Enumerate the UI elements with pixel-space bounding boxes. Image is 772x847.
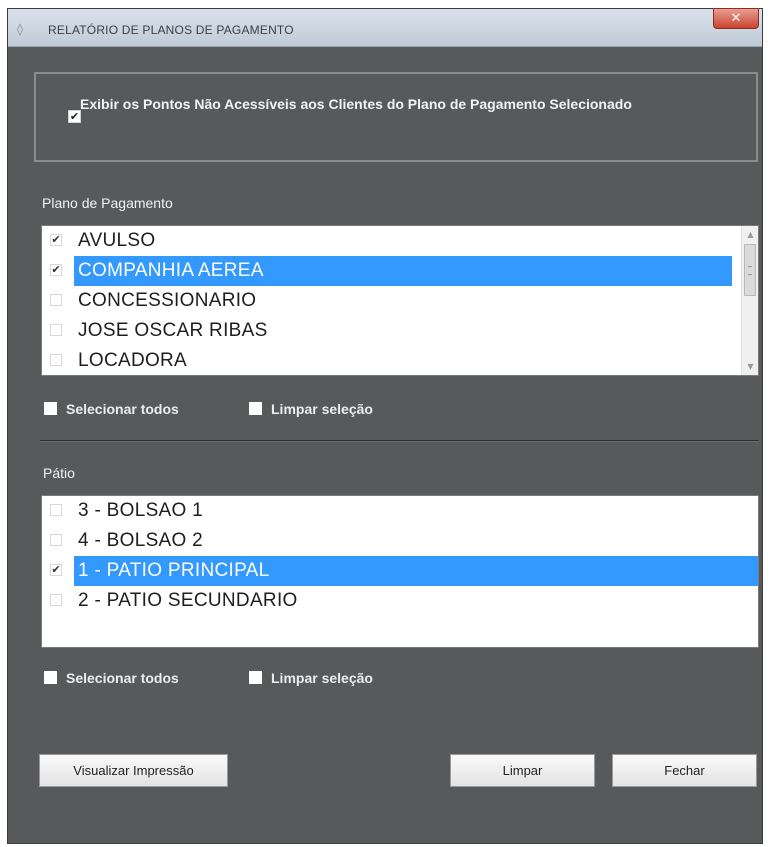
patio-clear-selection-label[interactable]: Limpar seleção	[271, 670, 373, 686]
close-window-button[interactable]: ✕	[713, 8, 759, 29]
app-icon: ◊	[17, 22, 23, 36]
close-icon: ✕	[730, 11, 742, 26]
item-checkbox[interactable]	[50, 354, 62, 366]
list-item-companhia-aerea[interactable]: ✔ COMPANHIA AEREA	[42, 256, 732, 286]
section-divider	[40, 440, 759, 442]
report-dialog: ◊ RELATÓRIO DE PLANOS DE PAGAMENTO ✕ ✔ E…	[7, 8, 763, 844]
list-item-bolsao-2[interactable]: 4 - BOLSAO 2	[42, 526, 758, 556]
preview-print-button[interactable]: Visualizar Impressão	[39, 754, 228, 787]
list-item-jose-oscar-ribas[interactable]: JOSE OSCAR RIBAS	[42, 316, 732, 346]
patio-listbox[interactable]: 3 - BOLSAO 1 4 - BOLSAO 2 ✔ 1 - PATIO PR…	[41, 495, 759, 648]
clear-button[interactable]: Limpar	[450, 754, 595, 787]
scroll-thumb[interactable]	[744, 244, 756, 296]
plano-scrollbar[interactable]: ▲ ▼	[741, 226, 758, 375]
show-inaccessible-label: Exibir os Pontos Não Acessíveis aos Clie…	[80, 96, 632, 112]
list-item-patio-secundario[interactable]: 2 - PATIO SECUNDARIO	[42, 586, 758, 616]
title-bar[interactable]: ◊ RELATÓRIO DE PLANOS DE PAGAMENTO ✕	[8, 8, 762, 47]
list-item-avulso[interactable]: ✔ AVULSO	[42, 226, 732, 256]
item-label: 1 - PATIO PRINCIPAL	[74, 556, 758, 586]
item-checkbox[interactable]: ✔	[50, 264, 62, 276]
plano-select-all-label[interactable]: Selecionar todos	[66, 401, 179, 417]
item-label: COMPANHIA AEREA	[74, 256, 732, 286]
patio-section-label: Pátio	[43, 465, 75, 481]
plano-clear-selection-checkbox[interactable]	[249, 402, 262, 415]
plano-section-label: Plano de Pagamento	[42, 195, 173, 211]
item-label: 2 - PATIO SECUNDARIO	[78, 590, 298, 611]
item-label: JOSE OSCAR RIBAS	[78, 320, 268, 341]
item-label: 4 - BOLSAO 2	[78, 530, 204, 551]
checkmark-icon: ✔	[69, 110, 80, 123]
item-checkbox[interactable]	[50, 294, 62, 306]
scroll-up-icon[interactable]: ▲	[742, 226, 758, 243]
item-checkbox[interactable]	[50, 594, 62, 606]
plano-clear-selection-label[interactable]: Limpar seleção	[271, 401, 373, 417]
options-groupbox	[34, 72, 758, 162]
patio-select-all-checkbox[interactable]	[44, 671, 57, 684]
item-checkbox[interactable]: ✔	[50, 564, 62, 576]
item-checkbox[interactable]: ✔	[50, 234, 62, 246]
item-checkbox[interactable]	[50, 324, 62, 336]
scroll-down-icon[interactable]: ▼	[742, 358, 758, 375]
item-checkbox[interactable]	[50, 504, 62, 516]
item-checkbox[interactable]	[50, 534, 62, 546]
plano-listbox[interactable]: ✔ AVULSO ✔ COMPANHIA AEREA CONCESSIONARI…	[41, 225, 759, 376]
list-item-concessionario[interactable]: CONCESSIONARIO	[42, 286, 732, 316]
window-title: RELATÓRIO DE PLANOS DE PAGAMENTO	[48, 23, 294, 37]
item-label: AVULSO	[78, 230, 156, 251]
patio-select-all-label[interactable]: Selecionar todos	[66, 670, 179, 686]
list-item-bolsao-1[interactable]: 3 - BOLSAO 1	[42, 496, 758, 526]
close-button[interactable]: Fechar	[612, 754, 757, 787]
item-label: CONCESSIONARIO	[78, 290, 257, 311]
list-item-locadora[interactable]: LOCADORA	[42, 346, 732, 375]
plano-select-all-checkbox[interactable]	[44, 402, 57, 415]
patio-clear-selection-checkbox[interactable]	[249, 671, 262, 684]
item-label: LOCADORA	[78, 350, 188, 371]
item-label: 3 - BOLSAO 1	[78, 500, 204, 521]
list-item-patio-principal[interactable]: ✔ 1 - PATIO PRINCIPAL	[42, 556, 758, 586]
